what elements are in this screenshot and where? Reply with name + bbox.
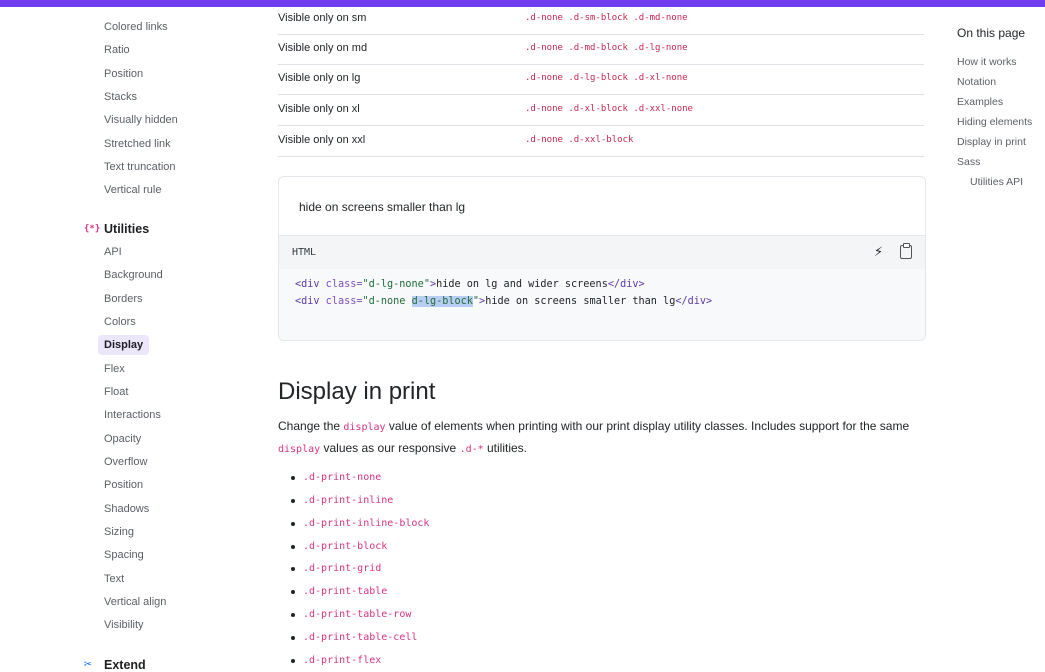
sidebar-group-title: Utilities [104,222,150,236]
list-item: .d-print-inline [291,495,393,506]
table-row: Visible only on md .d-none .d-md-block .… [278,34,924,65]
sidebar-item-overflow[interactable]: Overflow [104,455,147,469]
list-item: .d-print-table [291,586,387,597]
sidebar-item-display[interactable]: Display [98,335,150,355]
list-item: .d-print-grid [291,563,381,574]
table-row: Visible only on sm .d-none .d-sm-block .… [278,4,924,35]
toc-item-display-in-print[interactable]: Display in print [957,136,1026,148]
toc-title: On this page [957,26,1026,40]
list-item: .d-print-table-row [291,609,411,620]
sidebar-group-title: Extend [104,657,146,672]
sidebar-item-vertical-rule[interactable]: Vertical rule [104,183,161,197]
table-row: Visible only on xxl .d-none .d-xxl-block [278,126,924,157]
section-description: Change the display value of elements whe… [278,419,910,455]
sidebar-group-extend[interactable]: ✂ Extend [84,657,146,672]
code-block[interactable]: <div class="d-lg-none">hide on lg and wi… [279,269,925,340]
example-preview-text: hide on screens smaller than lg [299,200,466,214]
section-title: Display in print [278,378,436,405]
sidebar-item-float[interactable]: Float [104,385,128,399]
sidebar-item-api[interactable]: API [104,245,122,259]
sidebar-group-utilities[interactable]: {*} Utilities [84,222,149,236]
sidebar-item-sizing[interactable]: Sizing [104,525,134,539]
sidebar-item-borders[interactable]: Borders [104,292,143,306]
toc-item-hiding-elements[interactable]: Hiding elements [957,116,1032,128]
sidebar-item-vertical-align[interactable]: Vertical align [104,595,166,609]
sidebar-item-visibility[interactable]: Visibility [104,618,144,632]
sidebar-item-flex[interactable]: Flex [104,362,125,376]
sidebar-item-opacity[interactable]: Opacity [104,432,141,446]
toc-item-sass[interactable]: Sass [957,156,980,168]
table-row: Visible only on xl .d-none .d-xl-block .… [278,95,924,126]
table-cell-classes: .d-none .d-xl-block .d-xxl-none [525,104,693,114]
sidebar-item-position[interactable]: Position [104,67,143,81]
braces-asterisk-icon: {*} [84,224,101,234]
example-box: hide on screens smaller than lg HTML ⚡ <… [278,176,926,341]
tools-icon: ✂ [84,657,92,672]
table-cell-label: Visible only on xxl [278,134,366,146]
toc-item-how-it-works[interactable]: How it works [957,56,1017,68]
sidebar-item-colored-links[interactable]: Colored links [104,20,168,34]
table-cell-label: Visible only on sm [278,12,367,24]
sidebar-item-interactions[interactable]: Interactions [104,408,161,422]
toc-item-utilities-api[interactable]: Utilities API [970,176,1023,188]
table-cell-label: Visible only on xl [278,103,360,115]
table-cell-label: Visible only on md [278,42,368,54]
list-item: .d-print-flex [291,655,381,666]
sidebar-item-text[interactable]: Text [104,572,124,586]
sidebar-nav: Colored links Ratio Position Stacks Visu… [0,7,250,672]
table-cell-classes: .d-none .d-xxl-block [525,135,634,145]
example-preview: hide on screens smaller than lg [279,177,925,235]
table-cell-label: Visible only on lg [278,72,361,84]
toc-item-examples[interactable]: Examples [957,96,1003,108]
table-cell-classes: .d-none .d-lg-block .d-xl-none [525,73,688,83]
lightning-icon[interactable]: ⚡ [874,244,883,260]
code-header: HTML ⚡ [279,235,925,270]
sidebar-item-position-util[interactable]: Position [104,478,143,492]
list-item: .d-print-inline-block [291,518,429,529]
list-item: .d-print-table-cell [291,632,417,643]
list-item: .d-print-block [291,541,387,552]
list-item: .d-print-none [291,472,381,483]
sidebar-item-stacks[interactable]: Stacks [104,90,137,104]
sidebar-item-spacing[interactable]: Spacing [104,548,144,562]
code-line-2: <div class="d-none d-lg-block">hide on s… [295,296,713,307]
sidebar-item-visually-hidden[interactable]: Visually hidden [104,113,178,127]
sidebar-item-text-truncation[interactable]: Text truncation [104,160,176,174]
table-cell-classes: .d-none .d-sm-block .d-md-none [525,13,688,23]
sidebar-item-ratio[interactable]: Ratio [104,43,130,57]
code-language-label: HTML [292,247,317,258]
toc-item-notation[interactable]: Notation [957,76,996,88]
sidebar-item-shadows[interactable]: Shadows [104,502,149,516]
sidebar-item-stretched-link[interactable]: Stretched link [104,137,171,151]
sidebar-item-background[interactable]: Background [104,268,163,282]
table-cell-classes: .d-none .d-md-block .d-lg-none [525,43,688,53]
sidebar-item-colors[interactable]: Colors [104,315,136,329]
clipboard-icon[interactable] [900,243,912,259]
text-selection-highlight: d-lg-block [411,296,473,307]
table-row: Visible only on lg .d-none .d-lg-block .… [278,64,924,95]
code-line-1: <div class="d-lg-none">hide on lg and wi… [295,279,645,290]
